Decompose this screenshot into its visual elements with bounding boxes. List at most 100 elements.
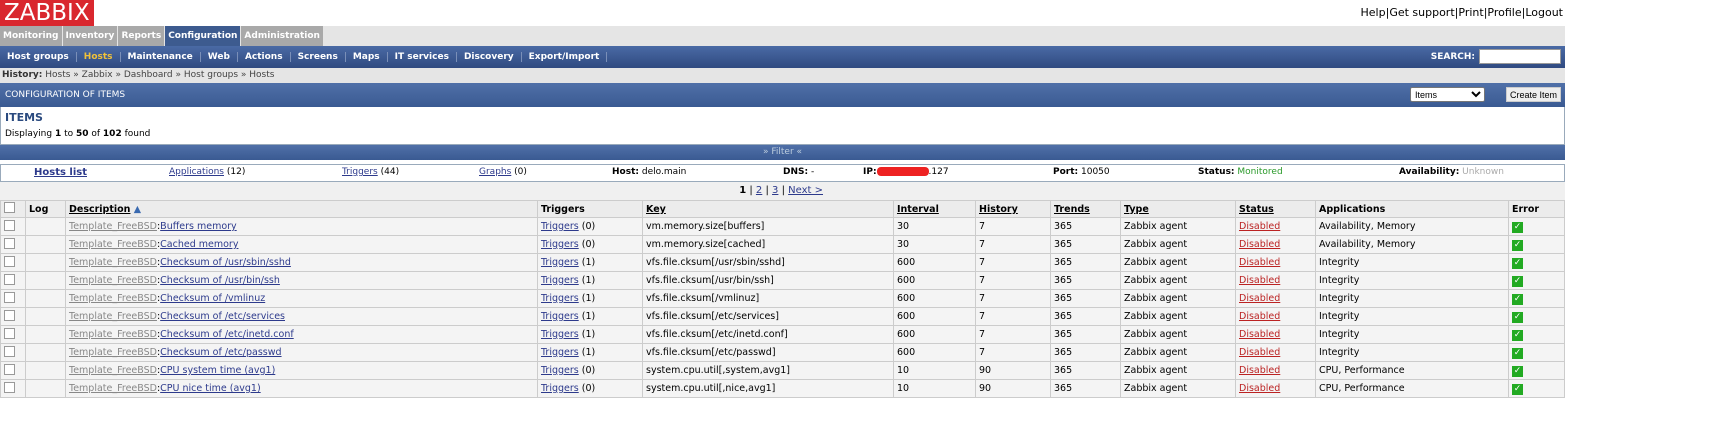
menu-configuration[interactable]: Configuration [165,26,241,46]
item-triggers-link[interactable]: Triggers [541,275,579,286]
item-triggers-link[interactable]: Triggers [541,311,579,322]
item-triggers-link[interactable]: Triggers [541,257,579,268]
triggers-link[interactable]: Triggers [342,167,378,177]
applications-link[interactable]: Applications [169,167,224,177]
item-triggers-link[interactable]: Triggers [541,239,579,250]
status-toggle-link[interactable]: Disabled [1239,275,1280,286]
create-item-button[interactable]: Create Item [1505,87,1561,102]
status-toggle-link[interactable]: Disabled [1239,347,1280,358]
next-page-link[interactable]: Next > [788,185,823,196]
submenu-actions[interactable]: Actions [238,52,291,62]
item-link[interactable]: Checksum of /usr/bin/ssh [160,275,280,286]
get-support-link[interactable]: Get support [1389,6,1454,19]
page-2-link[interactable]: 2 [756,185,762,196]
menu-inventory[interactable]: Inventory [62,26,118,46]
history-path[interactable]: Hosts » Zabbix » Dashboard » Host groups… [45,70,274,80]
pagination: 1 | 2 | 3 | Next > [0,182,1565,200]
template-link[interactable]: Template_FreeBSD [69,365,157,376]
menu-reports[interactable]: Reports [118,26,165,46]
template-link[interactable]: Template_FreeBSD [69,257,157,268]
status-toggle-link[interactable]: Disabled [1239,383,1280,394]
submenu-screens[interactable]: Screens [291,52,346,62]
item-link[interactable]: Checksum of /etc/services [160,311,285,322]
template-link[interactable]: Template_FreeBSD [69,239,157,250]
template-link[interactable]: Template_FreeBSD [69,329,157,340]
status-toggle-link[interactable]: Disabled [1239,257,1280,268]
item-link[interactable]: Checksum of /etc/inetd.conf [160,329,294,340]
col-trends[interactable]: Trends [1054,204,1090,215]
submenu-web[interactable]: Web [201,52,238,62]
item-type: Zabbix agent [1120,217,1236,236]
trigger-count: (0) [581,239,596,250]
submenu-export-import[interactable]: Export/Import [522,52,608,62]
submenu-maintenance[interactable]: Maintenance [121,52,201,62]
item-triggers-link[interactable]: Triggers [541,347,579,358]
row-checkbox[interactable] [4,381,15,393]
item-link[interactable]: Buffers memory [160,221,237,232]
top-links: Help|Get support|Print|Profile|Logout [1360,6,1563,19]
row-checkbox[interactable] [4,255,15,267]
item-triggers-link[interactable]: Triggers [541,365,579,376]
item-applications: CPU, Performance [1315,361,1509,380]
submenu-discovery[interactable]: Discovery [457,52,522,62]
template-link[interactable]: Template_FreeBSD [69,383,157,394]
col-interval[interactable]: Interval [897,204,939,215]
row-checkbox[interactable] [4,327,15,339]
submenu-hosts[interactable]: Hosts [77,52,121,62]
profile-link[interactable]: Profile [1487,6,1521,19]
hosts-list-link[interactable]: Hosts list [34,167,87,178]
template-link[interactable]: Template_FreeBSD [69,347,157,358]
template-link[interactable]: Template_FreeBSD [69,275,157,286]
submenu-host-groups[interactable]: Host groups [0,52,77,62]
status-toggle-link[interactable]: Disabled [1239,293,1280,304]
item-link[interactable]: CPU nice time (avg1) [160,383,261,394]
item-triggers-link[interactable]: Triggers [541,221,579,232]
menu-administration[interactable]: Administration [241,26,323,46]
row-checkbox[interactable] [4,237,15,249]
item-link[interactable]: Checksum of /etc/passwd [160,347,281,358]
item-interval: 600 [893,343,976,362]
graphs-link[interactable]: Graphs [479,167,511,177]
select-all-checkbox[interactable] [4,202,15,213]
status-toggle-link[interactable]: Disabled [1239,239,1280,250]
item-triggers-link[interactable]: Triggers [541,383,579,394]
submenu-it-services[interactable]: IT services [388,52,457,62]
submenu-maps[interactable]: Maps [346,52,388,62]
row-checkbox[interactable] [4,291,15,303]
status-toggle-link[interactable]: Disabled [1239,221,1280,232]
status-toggle-link[interactable]: Disabled [1239,365,1280,376]
item-link[interactable]: Checksum of /vmlinuz [160,293,265,304]
row-checkbox[interactable] [4,363,15,375]
col-description[interactable]: Description [69,204,130,215]
item-trends: 365 [1050,235,1121,254]
col-history[interactable]: History [979,204,1018,215]
item-interval: 30 [893,235,976,254]
template-link[interactable]: Template_FreeBSD [69,293,157,304]
col-key[interactable]: Key [646,204,666,215]
row-checkbox[interactable] [4,345,15,357]
search-input[interactable] [1479,49,1561,64]
item-triggers-link[interactable]: Triggers [541,293,579,304]
item-link[interactable]: Checksum of /usr/sbin/sshd [160,257,291,268]
template-link[interactable]: Template_FreeBSD [69,221,157,232]
item-link[interactable]: CPU system time (avg1) [160,365,275,376]
item-link[interactable]: Cached memory [160,239,238,250]
print-link[interactable]: Print [1458,6,1483,19]
trigger-count: (0) [581,383,596,394]
filter-toggle[interactable]: » Filter « [0,145,1565,160]
row-checkbox[interactable] [4,309,15,321]
item-type: Zabbix agent [1120,289,1236,308]
status-toggle-link[interactable]: Disabled [1239,329,1280,340]
page-3-link[interactable]: 3 [772,185,778,196]
row-checkbox[interactable] [4,273,15,285]
status-toggle-link[interactable]: Disabled [1239,311,1280,322]
row-checkbox[interactable] [4,219,15,231]
logout-link[interactable]: Logout [1525,6,1563,19]
col-type[interactable]: Type [1124,204,1149,215]
item-triggers-link[interactable]: Triggers [541,329,579,340]
col-status[interactable]: Status [1239,204,1274,215]
template-link[interactable]: Template_FreeBSD [69,311,157,322]
help-link[interactable]: Help [1361,6,1386,19]
items-select[interactable]: Items [1410,87,1485,102]
menu-monitoring[interactable]: Monitoring [0,26,62,46]
